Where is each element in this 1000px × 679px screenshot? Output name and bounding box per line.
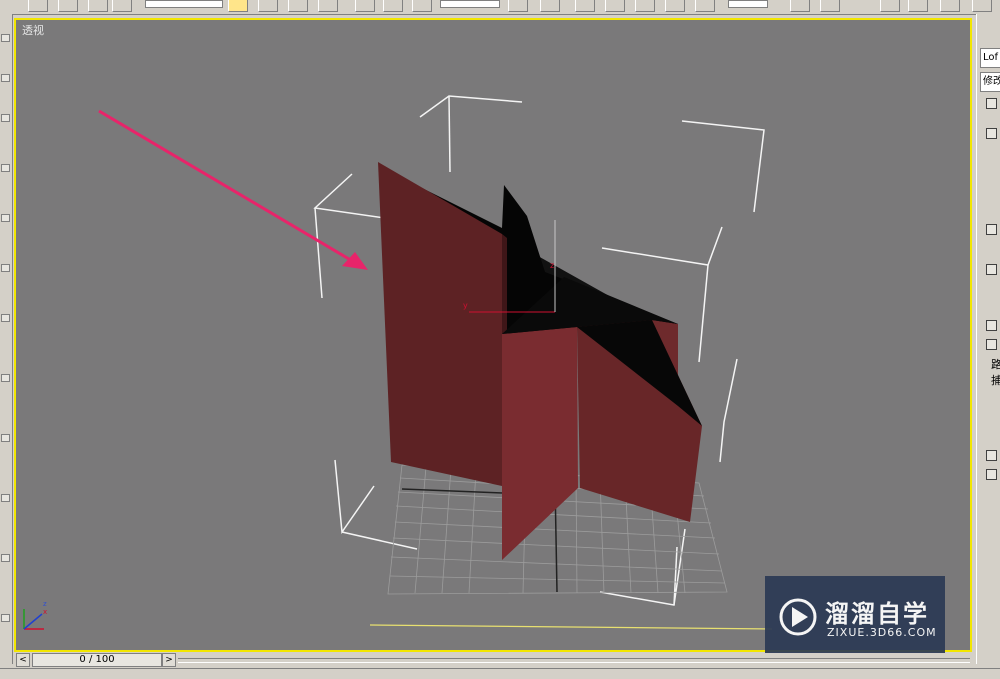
manipulate-button[interactable] <box>540 0 560 12</box>
modifier-list-dropdown[interactable]: 修改 <box>980 72 1000 92</box>
render-setup-button[interactable] <box>940 0 960 12</box>
expand-icon[interactable] <box>986 320 997 331</box>
left-tool-button[interactable] <box>1 214 10 222</box>
collapse-icon[interactable] <box>986 264 997 275</box>
left-tool-button[interactable] <box>1 434 10 442</box>
curve-editor-button[interactable] <box>880 0 900 12</box>
time-slider[interactable]: 0 / 100 <box>32 653 162 667</box>
selection-filter-dropdown[interactable] <box>145 0 223 8</box>
select-rotate-button[interactable] <box>383 0 403 12</box>
world-axis-x: x <box>43 608 47 616</box>
left-tool-button[interactable] <box>1 264 10 272</box>
expand-icon[interactable] <box>986 128 997 139</box>
left-tool-button[interactable] <box>1 74 10 82</box>
align-button[interactable] <box>790 0 810 12</box>
snap-label: 捕 <box>991 374 1000 387</box>
world-axis-z: z <box>43 600 47 608</box>
left-tool-button[interactable] <box>1 114 10 122</box>
left-tool-button[interactable] <box>1 494 10 502</box>
expand-icon[interactable] <box>986 469 997 480</box>
reference-coord-dropdown[interactable] <box>440 0 500 8</box>
select-scale-button[interactable] <box>412 0 432 12</box>
snaps-button[interactable] <box>575 0 595 12</box>
mirror-button[interactable] <box>695 0 715 12</box>
select-filter-button[interactable] <box>28 0 48 12</box>
timeline-track[interactable] <box>178 658 970 663</box>
play-icon <box>779 598 817 636</box>
collapse-icon[interactable] <box>986 339 997 350</box>
main-toolbar <box>0 0 1000 15</box>
select-region-button[interactable] <box>288 0 308 12</box>
left-toolbar <box>0 14 13 664</box>
select-move-button[interactable] <box>355 0 375 12</box>
axis-label-y: y <box>463 301 468 310</box>
select-by-name-button[interactable] <box>258 0 278 12</box>
command-panel: Lof 修改 路 捕 <box>976 14 1000 664</box>
left-tool-button[interactable] <box>1 34 10 42</box>
spinner-snap-button[interactable] <box>665 0 685 12</box>
expand-icon[interactable] <box>986 450 997 461</box>
time-slider-bar: < 0 / 100 > <box>14 653 974 667</box>
left-tool-button[interactable] <box>1 374 10 382</box>
bind-space-warp-button[interactable] <box>112 0 132 12</box>
annotation-arrow <box>98 109 368 270</box>
angle-snap-button[interactable] <box>605 0 625 12</box>
bulb-icon[interactable] <box>986 98 997 109</box>
prev-frame-button[interactable]: < <box>16 653 30 667</box>
left-tool-button[interactable] <box>1 314 10 322</box>
object-name-field[interactable]: Lof <box>980 48 1000 68</box>
left-tool-button[interactable] <box>1 614 10 622</box>
watermark-url: ZIXUE.3D66.COM <box>827 626 937 639</box>
watermark-brand: 溜溜自学 <box>825 600 929 628</box>
window-crossing-button[interactable] <box>318 0 338 12</box>
render-button[interactable] <box>972 0 992 12</box>
select-link-button[interactable] <box>58 0 78 12</box>
percent-snap-button[interactable] <box>635 0 655 12</box>
axis-label-z: z <box>550 261 554 270</box>
pivot-button[interactable] <box>508 0 528 12</box>
left-tool-button[interactable] <box>1 164 10 172</box>
left-tool-button[interactable] <box>1 554 10 562</box>
path-label: 路 <box>991 358 1000 371</box>
viewport-scene: z y z x <box>23 95 773 630</box>
material-editor-button[interactable] <box>908 0 928 12</box>
status-bar <box>0 668 1000 679</box>
perspective-viewport[interactable]: 透视 z y z x <box>14 18 972 652</box>
layers-button[interactable] <box>820 0 840 12</box>
named-selection-dropdown[interactable] <box>728 0 768 8</box>
world-axis-gizmo <box>23 609 44 630</box>
watermark-badge: 溜溜自学 ZIXUE.3D66.COM <box>765 576 945 660</box>
loft-star-object <box>378 162 702 560</box>
pin-icon[interactable] <box>986 224 997 235</box>
unlink-button[interactable] <box>88 0 108 12</box>
next-frame-button[interactable]: > <box>162 653 176 667</box>
select-object-button[interactable] <box>228 0 248 12</box>
